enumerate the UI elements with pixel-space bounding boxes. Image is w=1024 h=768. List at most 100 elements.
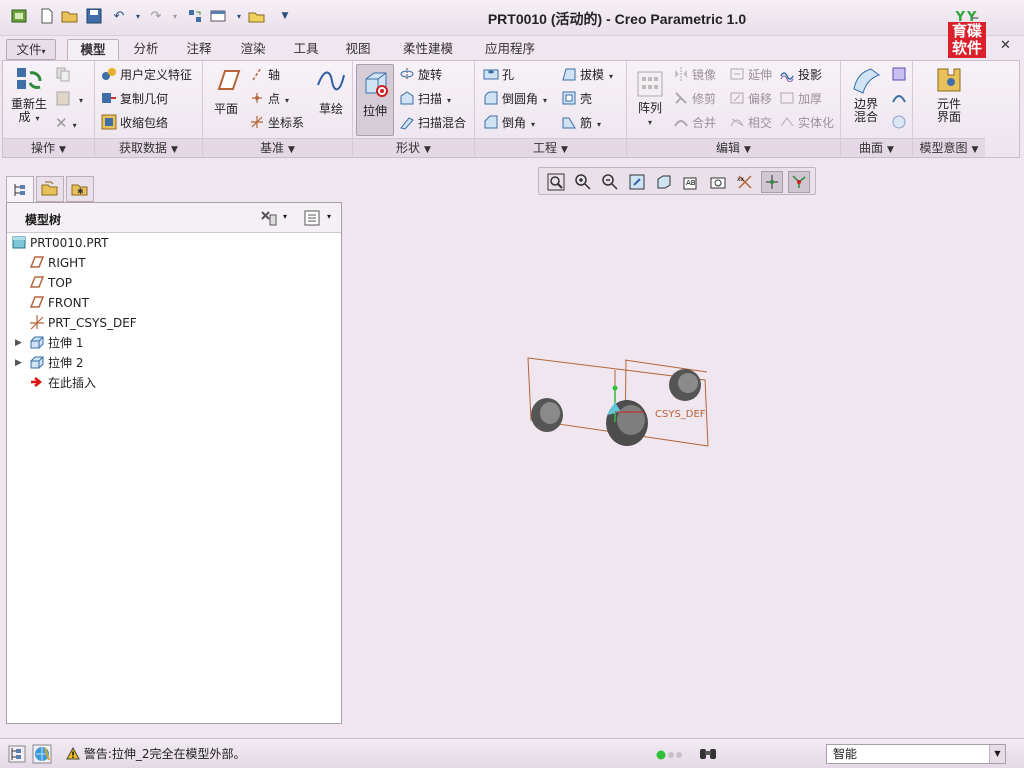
round-button[interactable]: 倒圆角 ▾ [483, 89, 547, 109]
tree-item-front[interactable]: FRONT [29, 293, 89, 313]
saved-orientations-button[interactable]: AB [680, 171, 702, 193]
display-style-button[interactable] [653, 171, 675, 193]
copy-button[interactable] [55, 65, 74, 85]
window-title: PRT0010 (活动的) - Creo Parametric 1.0 [487, 11, 747, 27]
shrinkwrap-button[interactable]: 收缩包络 [101, 113, 168, 133]
tab-render[interactable]: 渲染 [230, 39, 276, 60]
revolve-button[interactable]: 旋转 [399, 65, 442, 85]
annotation-display-button[interactable] [788, 171, 810, 193]
sketch-button[interactable]: 草绘 [311, 65, 351, 116]
axis-button[interactable]: 轴 [249, 65, 280, 85]
tree-settings-button[interactable]: ▾ [259, 209, 287, 230]
delete-button[interactable]: ✕ ▾ [55, 113, 77, 133]
style-surface-button[interactable] [891, 89, 910, 109]
expand-extrude-2-icon[interactable]: ▶ [15, 358, 25, 368]
find-button[interactable] [698, 744, 718, 765]
group-surfaces-footer[interactable]: 曲面 ▼ [841, 138, 912, 157]
user-defined-feature-button[interactable]: 用户定义特征 [101, 65, 192, 85]
boundary-blend-button[interactable]: 边界混合 [845, 65, 887, 124]
title-bar: ↶ ▾ ↷ ▾ ▾ ▼ PRT0010 (活动的) - Creo Paramet… [0, 0, 1024, 58]
group-engineering: 孔 倒圆角 ▾ 倒角 ▾ 拔模 ▾ 壳 筋 ▾ 工程 ▼ [475, 61, 627, 157]
tab-folder-browser[interactable] [36, 176, 64, 202]
tree-item-csys[interactable]: PRT_CSYS_DEF [29, 313, 137, 333]
tree-item-part[interactable]: PRT0010.PRT [11, 233, 108, 253]
paste-button[interactable]: ▾ [55, 89, 83, 109]
tab-model-tree[interactable] [6, 176, 34, 202]
project-button[interactable]: 投影 [779, 65, 822, 85]
point-button[interactable]: 点 ▾ [249, 89, 289, 109]
group-editing-footer[interactable]: 编辑 ▼ [627, 138, 840, 157]
thicken-button[interactable]: 加厚 [779, 89, 822, 109]
intersect-button[interactable]: 相交 [729, 113, 772, 133]
copy-icon [56, 67, 70, 82]
tree-item-extrude-1[interactable]: 拉伸 1 [29, 333, 83, 353]
hole-button[interactable]: 孔 [483, 65, 514, 85]
tab-analysis[interactable]: 分析 [124, 39, 168, 60]
csys-button[interactable]: 坐标系 [249, 113, 304, 133]
plane-button[interactable]: 平面 [207, 65, 245, 116]
fill-surface-button[interactable] [891, 65, 910, 85]
repaint-button[interactable] [626, 171, 648, 193]
tab-annotate[interactable]: 注释 [176, 39, 222, 60]
navigator-toggle-icon [8, 745, 26, 763]
tree-item-top[interactable]: TOP [29, 273, 72, 293]
tab-model[interactable]: 模型 [67, 39, 119, 60]
datum-plane-icon [29, 256, 45, 268]
tab-tools[interactable]: 工具 [283, 39, 329, 60]
view-manager-button[interactable] [707, 171, 729, 193]
solidify-button[interactable]: 实体化 [779, 113, 834, 133]
group-operations-footer[interactable]: 操作 ▼ [3, 138, 94, 157]
rib-button[interactable]: 筋 ▾ [561, 113, 601, 133]
offset-icon [730, 92, 744, 104]
tree-item-extrude-2[interactable]: 拉伸 2 [29, 353, 83, 373]
tab-applications[interactable]: 应用程序 [472, 39, 548, 60]
tab-flexible-modeling[interactable]: 柔性建模 [390, 39, 466, 60]
spin-center-button[interactable] [761, 171, 783, 193]
extrude-icon [30, 356, 44, 369]
extend-button[interactable]: 延伸 [729, 65, 772, 85]
offset-button[interactable]: 偏移 [729, 89, 772, 109]
selection-filter-select[interactable]: 智能 ▼ [826, 744, 1006, 764]
tree-item-insert-here[interactable]: 在此插入 [29, 373, 96, 393]
merge-button[interactable]: 合并 [673, 113, 716, 133]
repaint-icon [629, 174, 645, 190]
tree-show-button[interactable]: ▾ [303, 209, 331, 230]
graphics-window[interactable]: CSYS_DEF [345, 200, 1024, 735]
group-engineering-footer[interactable]: 工程 ▼ [475, 138, 626, 157]
tab-file[interactable]: 文件▾ [6, 39, 56, 60]
minimize-button[interactable]: – [972, 10, 979, 26]
extrude-icon [30, 336, 44, 349]
refit-button[interactable] [545, 171, 567, 193]
group-shapes-footer[interactable]: 形状 ▼ [353, 138, 474, 157]
expand-extrude-1-icon[interactable]: ▶ [15, 338, 25, 348]
tab-view[interactable]: 视图 [335, 39, 381, 60]
group-get-data-footer[interactable]: 获取数据 ▼ [95, 138, 202, 157]
group-datum-footer[interactable]: 基准 ▼ [203, 138, 352, 157]
chamfer-button[interactable]: 倒角 ▾ [483, 113, 535, 133]
component-interface-button[interactable]: 元件界面 [927, 65, 971, 124]
swept-blend-button[interactable]: 扫描混合 [399, 113, 466, 133]
datum-display-filters-button[interactable]: xx [734, 171, 756, 193]
regenerate-button[interactable]: 重新生成 ▾ [7, 65, 51, 125]
favorites-icon: ✱ [71, 184, 88, 196]
group-model-intent-footer[interactable]: 模型意图 ▼ [913, 138, 985, 157]
mirror-button[interactable]: 镜像 [673, 65, 716, 85]
pattern-button[interactable]: 阵列 ▾ [631, 69, 669, 129]
freestyle-button[interactable] [891, 113, 910, 133]
zoom-in-button[interactable] [572, 171, 594, 193]
zoom-out-button[interactable] [599, 171, 621, 193]
navigator-toggle-button[interactable] [8, 745, 26, 766]
tree-item-right[interactable]: RIGHT [29, 253, 86, 273]
trim-button[interactable]: 修剪 [673, 89, 716, 109]
pattern-icon [637, 71, 663, 97]
tab-favorites[interactable]: ✱ [66, 176, 94, 202]
draft-icon [562, 68, 576, 81]
extrude-button[interactable]: 拉伸 [356, 64, 394, 136]
draft-button[interactable]: 拔模 ▾ [561, 65, 613, 85]
shell-button[interactable]: 壳 [561, 89, 592, 109]
extrude-icon [365, 72, 388, 97]
browser-toggle-button[interactable] [32, 744, 52, 767]
sweep-button[interactable]: 扫描 ▾ [399, 89, 451, 109]
copy-geometry-button[interactable]: 复制几何 [101, 89, 168, 109]
group-operations: 重新生成 ▾ ▾ ✕ ▾ 操作 ▼ [3, 61, 95, 157]
